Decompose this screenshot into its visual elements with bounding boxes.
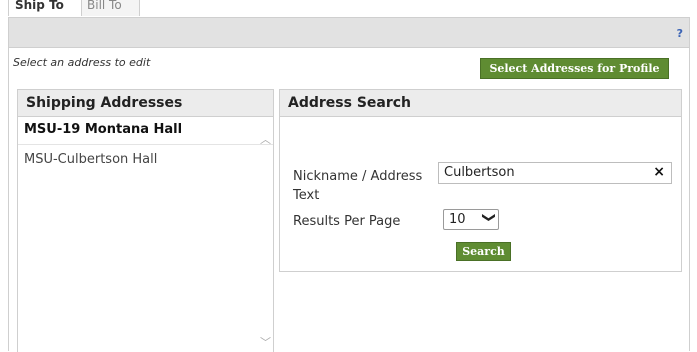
scroll-up-icon[interactable]: ︿ bbox=[260, 131, 271, 147]
address-search-panel: Address Search Nickname / Address Text C… bbox=[279, 89, 682, 272]
address-item-culbertson-hall[interactable]: MSU-Culbertson Hall bbox=[18, 147, 273, 175]
nickname-input-value: Culbertson bbox=[444, 165, 515, 180]
nickname-input[interactable]: Culbertson × bbox=[438, 162, 672, 184]
edit-hint: Select an address to edit bbox=[13, 56, 151, 69]
results-per-page-value: 10 bbox=[449, 212, 466, 227]
results-per-page-label: Results Per Page bbox=[293, 214, 401, 229]
results-per-page-select[interactable]: 10 ❯ bbox=[443, 209, 499, 230]
select-addresses-button[interactable]: Select Addresses for Profile bbox=[480, 58, 669, 79]
clear-icon[interactable]: × bbox=[653, 164, 665, 180]
chevron-down-icon: ❯ bbox=[481, 212, 497, 223]
scroll-down-icon[interactable]: ﹀ bbox=[260, 334, 271, 350]
nickname-label: Nickname / Address Text bbox=[293, 169, 423, 203]
help-icon[interactable]: ? bbox=[677, 27, 683, 40]
shipping-addresses-panel: Shipping Addresses MSU-19 Montana Hall M… bbox=[17, 89, 274, 352]
tab-bill-to[interactable]: Bill To bbox=[80, 0, 140, 16]
address-frame: ? Select an address to edit Select Addre… bbox=[8, 17, 690, 352]
shipping-addresses-title: Shipping Addresses bbox=[18, 90, 273, 117]
search-button[interactable]: Search bbox=[456, 242, 511, 261]
toolbar: ? bbox=[9, 18, 689, 48]
address-item-montana-hall[interactable]: MSU-19 Montana Hall bbox=[18, 117, 273, 145]
address-search-title: Address Search bbox=[280, 90, 681, 117]
tab-ship-to[interactable]: Ship To bbox=[8, 0, 82, 16]
